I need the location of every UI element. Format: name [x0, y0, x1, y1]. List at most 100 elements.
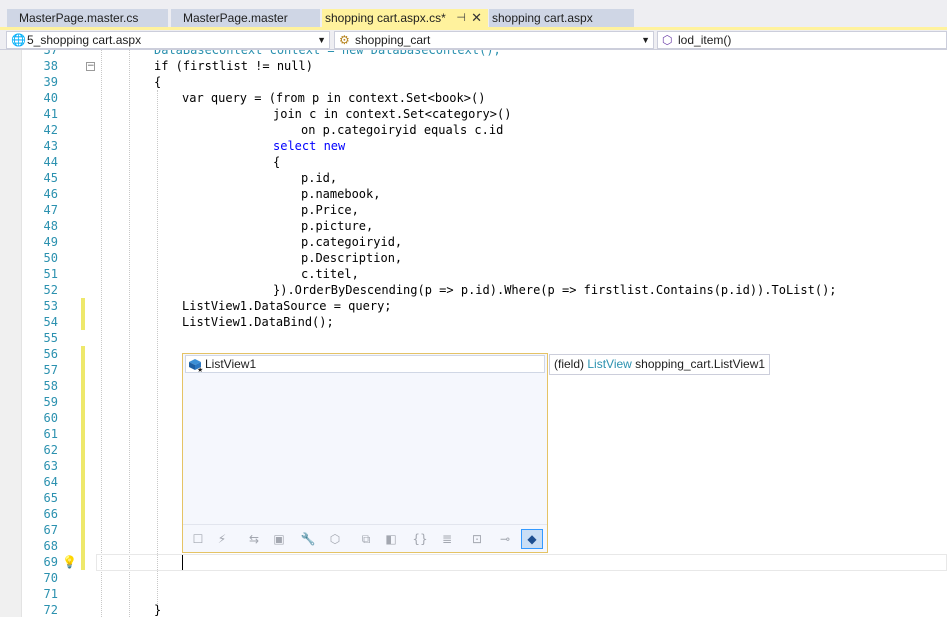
code-text: p.Description,: [301, 251, 403, 265]
completion-item-listview1[interactable]: ★ ListView1: [185, 355, 545, 373]
code-text: p.categoiryid,: [301, 235, 403, 249]
code-line: 53 ListView1.DataSource = query;: [0, 298, 947, 314]
line-number: 69: [43, 555, 58, 569]
code-text: {: [154, 75, 162, 89]
code-text: p.namebook,: [301, 187, 381, 201]
tab-label: MasterPage.master: [183, 11, 288, 25]
line-number: 70: [43, 571, 58, 585]
method-icon: ⬡: [662, 33, 673, 47]
line-number: 55: [43, 331, 58, 345]
checkbox-icon[interactable]: ☐: [187, 529, 209, 549]
member-dropdown[interactable]: ⬡ lod_item(): [657, 31, 947, 49]
line-number: 67: [43, 523, 58, 537]
module-icon[interactable]: ▣: [268, 529, 290, 549]
line-number: 61: [43, 427, 58, 441]
code-text: {: [273, 155, 281, 169]
code-text: p.id,: [301, 171, 338, 185]
code-text: select new: [273, 139, 346, 153]
line-number: 56: [43, 347, 58, 361]
line-number: 37: [43, 50, 58, 57]
code-line: 51 c.titel,: [0, 266, 947, 282]
completion-filter-bar: ☐ ⚡ ⇆ ▣ 🔧 ⬡ ⧉ ◧ {} ≣ ⊡ ⊸ ◆: [183, 524, 547, 552]
line-number: 57: [43, 363, 58, 377]
line-number: 53: [43, 299, 58, 313]
code-line: 54 ListView1.DataBind();: [0, 314, 947, 330]
line-number: 41: [43, 107, 58, 121]
class-dropdown[interactable]: ⚙ shopping_cart ▼: [334, 31, 654, 49]
code-line: 55: [0, 330, 947, 346]
struct-icon[interactable]: ⊡: [466, 529, 488, 549]
intellisense-list[interactable]: ★ ListView1 ☐ ⚡ ⇆ ▣ 🔧 ⬡ ⧉ ◧ {} ≣ ⊡ ⊸ ◆: [182, 353, 548, 553]
code-line: 48 p.picture,: [0, 218, 947, 234]
quick-info-tooltip: (field) ListView shopping_cart.ListView1: [549, 354, 771, 375]
line-number: 50: [43, 251, 58, 265]
interface-icon[interactable]: ⇆: [243, 529, 265, 549]
member-value: lod_item(): [678, 33, 732, 47]
close-icon[interactable]: ✕: [471, 9, 482, 27]
quick-info-kind: (field): [554, 357, 585, 371]
code-line: 69: [0, 554, 947, 570]
event-icon[interactable]: ⚡: [211, 529, 233, 549]
code-line: 71: [0, 586, 947, 602]
tab-label: shopping cart.aspx.cs*: [325, 11, 446, 25]
code-line: 43 select new: [0, 138, 947, 154]
code-text: var query = (from p in context.Set<book>…: [182, 91, 486, 105]
namespace-icon[interactable]: {}: [409, 529, 431, 549]
package-icon[interactable]: ⬡: [324, 529, 346, 549]
project-dropdown[interactable]: 🌐5_shopping cart.aspx ▼: [6, 31, 330, 49]
tab-shopping-cart-aspx[interactable]: shopping cart.aspx: [489, 9, 634, 27]
code-text: ListView1.DataBind();: [182, 315, 334, 329]
tab-label: shopping cart.aspx: [492, 11, 593, 25]
code-line: 40 var query = (from p in context.Set<bo…: [0, 90, 947, 106]
tab-masterpage-master-cs[interactable]: MasterPage.master.cs: [7, 9, 168, 27]
line-number: 72: [43, 603, 58, 617]
code-text: p.picture,: [301, 219, 374, 233]
line-number: 58: [43, 379, 58, 393]
line-number: 40: [43, 91, 58, 105]
completion-item-label: ListView1: [205, 357, 257, 371]
code-text: ListView1.DataSource = query;: [182, 299, 392, 313]
code-text: c.titel,: [301, 267, 359, 281]
class-value: shopping_cart: [355, 33, 431, 47]
code-text: }: [154, 603, 162, 617]
line-number: 52: [43, 283, 58, 297]
line-number: 60: [43, 411, 58, 425]
code-line: 52 }).OrderByDescending(p => p.id).Where…: [0, 282, 947, 298]
tab-shopping-cart-aspx-cs[interactable]: shopping cart.aspx.cs* ⊣ ✕: [322, 9, 488, 27]
class-icon[interactable]: ◧: [380, 529, 402, 549]
tab-masterpage-master[interactable]: MasterPage.master: [171, 9, 320, 27]
wrench-icon[interactable]: 🔧: [297, 529, 319, 549]
pin-icon[interactable]: ⊣: [456, 9, 466, 27]
document-tab-strip: MasterPage.master.cs MasterPage.master s…: [0, 0, 947, 30]
code-editor[interactable]: − 💡 37 DataBaseContext context = new Dat…: [0, 50, 947, 617]
tab-label: MasterPage.master.cs: [19, 11, 139, 25]
line-number: 48: [43, 219, 58, 233]
code-line: 72 }: [0, 602, 947, 617]
line-number: 39: [43, 75, 58, 89]
line-number: 68: [43, 539, 58, 553]
chevron-down-icon: ▼: [317, 35, 326, 45]
globe-icon: 🌐: [11, 33, 26, 47]
line-number: 46: [43, 187, 58, 201]
line-number: 64: [43, 475, 58, 489]
field-filter-icon[interactable]: ◆: [521, 529, 543, 549]
code-line: 41 join c in context.Set<category>(): [0, 106, 947, 122]
line-number: 44: [43, 155, 58, 169]
code-line: 45 p.id,: [0, 170, 947, 186]
line-number: 42: [43, 123, 58, 137]
line-number: 47: [43, 203, 58, 217]
quick-info-type: ListView: [587, 357, 632, 371]
code-line: 42 on p.categoiryid equals c.id: [0, 122, 947, 138]
code-line: 47 p.Price,: [0, 202, 947, 218]
quick-info-member: .ListView1: [710, 357, 766, 371]
quick-info-owner: shopping_cart: [635, 357, 711, 371]
extension-icon[interactable]: ≣: [436, 529, 458, 549]
line-number: 38: [43, 59, 58, 73]
code-line: 44 {: [0, 154, 947, 170]
code-line: 39 {: [0, 74, 947, 90]
code-text: DataBaseContext context = new DataBaseCo…: [154, 50, 501, 57]
enum-icon[interactable]: ⧉: [355, 529, 377, 549]
navigation-bar: 🌐5_shopping cart.aspx ▼ ⚙ shopping_cart ▼…: [0, 30, 947, 50]
line-number: 71: [43, 587, 58, 601]
key-icon[interactable]: ⊸: [494, 529, 516, 549]
